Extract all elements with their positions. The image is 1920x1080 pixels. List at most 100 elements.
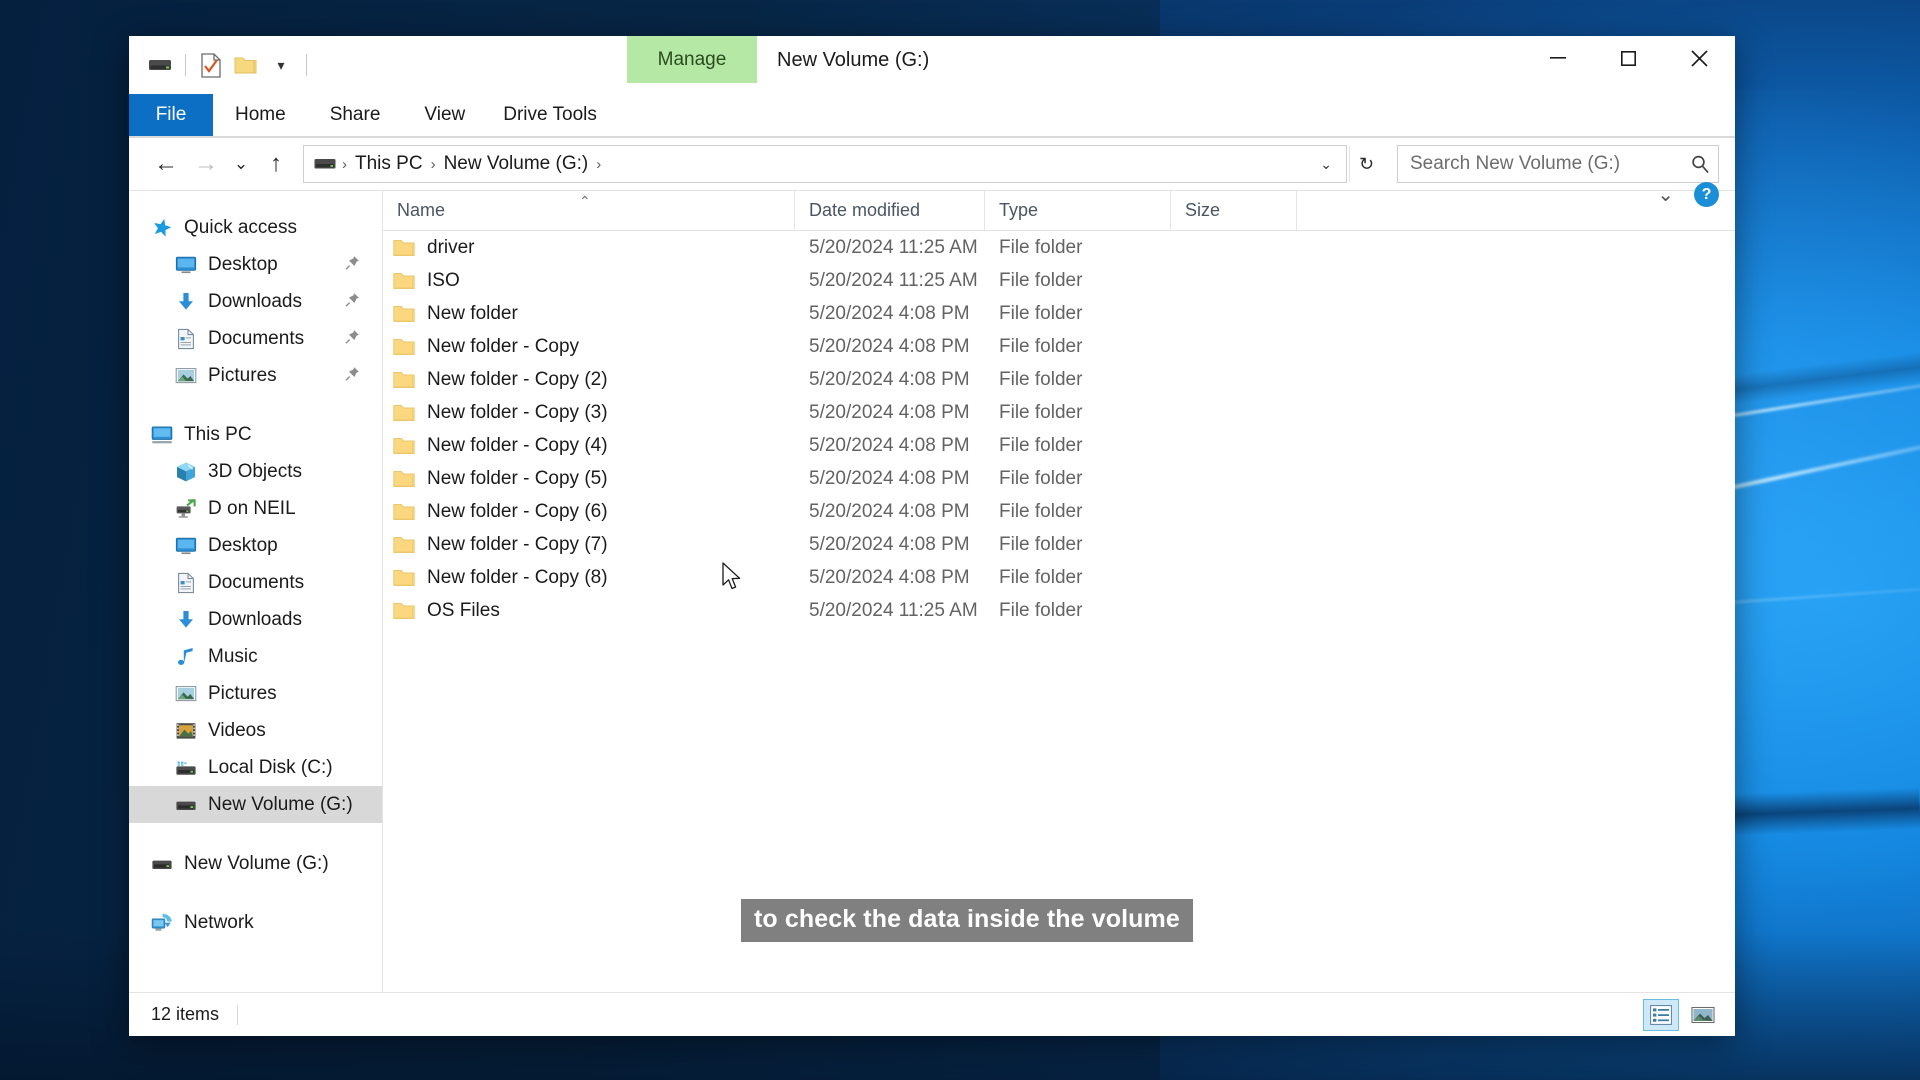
- details-view-button[interactable]: [1643, 998, 1679, 1031]
- tab-view[interactable]: View: [402, 94, 487, 136]
- address-bar[interactable]: › This PC › New Volume (G:) › ⌄: [303, 145, 1347, 183]
- cell-type: File folder: [999, 599, 1083, 621]
- refresh-button[interactable]: ↻: [1349, 146, 1383, 182]
- properties-icon[interactable]: [198, 52, 224, 78]
- sidebar-item-label: Pictures: [208, 364, 277, 386]
- new-folder-icon[interactable]: [233, 52, 259, 78]
- tab-drive-tools[interactable]: Drive Tools: [487, 94, 613, 136]
- cell-name: New folder - Copy (2): [383, 369, 795, 391]
- title-bar: ▾ Manage New Volume (G:): [129, 36, 1735, 94]
- forward-button[interactable]: →: [187, 145, 225, 183]
- sidebar-item-new-volume-g-pc[interactable]: New Volume (G:): [129, 786, 382, 823]
- sidebar-item-pictures-qa[interactable]: Pictures: [129, 357, 382, 394]
- sort-ascending-icon: ⌃: [579, 193, 591, 209]
- contextual-tab-manage[interactable]: Manage: [627, 36, 757, 83]
- folder-icon: [393, 337, 415, 357]
- cell-date-modified: 5/20/2024 4:08 PM: [809, 500, 970, 522]
- tab-home[interactable]: Home: [213, 94, 308, 136]
- close-button[interactable]: [1664, 36, 1735, 80]
- sidebar-item-downloads-qa[interactable]: Downloads: [129, 283, 382, 320]
- back-button[interactable]: ←: [147, 145, 185, 183]
- column-header-name-label: Name: [397, 200, 446, 220]
- cell-name: New folder - Copy (5): [383, 468, 795, 490]
- table-row[interactable]: driver 5/20/2024 11:25 AM File folder: [383, 231, 1735, 264]
- table-row[interactable]: ISO 5/20/2024 11:25 AM File folder: [383, 264, 1735, 297]
- search-box[interactable]: [1397, 145, 1719, 183]
- video-icon: [175, 720, 197, 742]
- search-input[interactable]: [1410, 153, 1690, 175]
- sidebar-item-pictures-pc[interactable]: Pictures: [129, 675, 382, 712]
- maximize-button[interactable]: [1593, 36, 1664, 80]
- breadcrumb-new-volume[interactable]: New Volume (G:): [438, 153, 595, 175]
- table-row[interactable]: New folder - Copy 5/20/2024 4:08 PM File f…: [383, 330, 1735, 363]
- cell-type: File folder: [999, 566, 1083, 588]
- sidebar-item-network[interactable]: Network: [129, 904, 382, 941]
- pin-icon[interactable]: [345, 366, 360, 385]
- sidebar-item-label: Documents: [208, 327, 305, 349]
- file-name-label: New folder - Copy (3): [427, 401, 608, 423]
- drive-icon: [151, 853, 173, 875]
- table-row[interactable]: New folder - Copy (7) 5/20/2024 4:08 PM Fi…: [383, 528, 1735, 561]
- cell-name: New folder - Copy (3): [383, 402, 795, 424]
- network-drive-icon: [175, 498, 197, 520]
- table-row[interactable]: New folder - Copy (5) 5/20/2024 4:08 PM Fi…: [383, 462, 1735, 495]
- table-row[interactable]: New folder 5/20/2024 4:08 PM File folder: [383, 297, 1735, 330]
- breadcrumb-this-pc[interactable]: This PC: [349, 153, 429, 175]
- navigation-list: Quick access Desktop Downloads Documents: [129, 209, 382, 941]
- explorer-body: Quick access Desktop Downloads Documents: [129, 190, 1735, 992]
- sidebar-item-d-on-neil[interactable]: D on NEIL: [129, 490, 382, 527]
- column-header-size[interactable]: Size: [1171, 191, 1297, 230]
- column-header-name[interactable]: Name ⌃: [383, 191, 795, 230]
- cell-type: File folder: [999, 533, 1083, 555]
- file-list-pane: Name ⌃ Date modified Type Size driver 5/2…: [383, 191, 1735, 992]
- nav-section-gap: [129, 823, 382, 845]
- pin-icon[interactable]: [345, 329, 360, 348]
- breadcrumb-separator-2[interactable]: ›: [594, 156, 603, 173]
- sidebar-item-downloads-pc[interactable]: Downloads: [129, 601, 382, 638]
- customize-dropdown-icon[interactable]: ▾: [268, 52, 294, 78]
- table-row[interactable]: New folder - Copy (4) 5/20/2024 4:08 PM Fi…: [383, 429, 1735, 462]
- sidebar-item-new-volume-g-root[interactable]: New Volume (G:): [129, 845, 382, 882]
- sidebar-item-3d-objects[interactable]: 3D Objects: [129, 453, 382, 490]
- star-icon: [151, 217, 173, 239]
- minimize-button[interactable]: [1522, 36, 1593, 80]
- sidebar-item-quick-access[interactable]: Quick access: [129, 209, 382, 246]
- tab-share[interactable]: Share: [308, 94, 403, 136]
- cell-date-modified: 5/20/2024 11:25 AM: [809, 236, 978, 258]
- folder-icon: [393, 304, 415, 324]
- sidebar-item-documents-pc[interactable]: Documents: [129, 564, 382, 601]
- download-arrow-icon: [175, 609, 197, 631]
- column-header-date-modified[interactable]: Date modified: [795, 191, 985, 230]
- column-header-type[interactable]: Type: [985, 191, 1171, 230]
- table-row[interactable]: New folder - Copy (2) 5/20/2024 4:08 PM Fi…: [383, 363, 1735, 396]
- table-row[interactable]: OS Files 5/20/2024 11:25 AM File folder: [383, 594, 1735, 627]
- sidebar-item-videos-pc[interactable]: Videos: [129, 712, 382, 749]
- drive-icon[interactable]: [147, 52, 173, 78]
- table-row[interactable]: New folder - Copy (8) 5/20/2024 4:08 PM Fi…: [383, 561, 1735, 594]
- sidebar-item-desktop-pc[interactable]: Desktop: [129, 527, 382, 564]
- sidebar-item-music-pc[interactable]: Music: [129, 638, 382, 675]
- large-icons-view-button[interactable]: [1685, 999, 1721, 1031]
- sidebar-item-label: Desktop: [208, 534, 278, 556]
- cell-name: driver: [383, 237, 795, 259]
- sidebar-item-this-pc[interactable]: This PC: [129, 416, 382, 453]
- address-dropdown-icon[interactable]: ⌄: [1310, 157, 1342, 171]
- tab-file[interactable]: File: [129, 94, 213, 136]
- cell-type: File folder: [999, 401, 1083, 423]
- sidebar-item-label: New Volume (G:): [208, 793, 353, 815]
- cell-type: File folder: [999, 269, 1083, 291]
- sidebar-item-documents-qa[interactable]: Documents: [129, 320, 382, 357]
- table-row[interactable]: New folder - Copy (6) 5/20/2024 4:08 PM Fi…: [383, 495, 1735, 528]
- sidebar-item-desktop-qa[interactable]: Desktop: [129, 246, 382, 283]
- pin-icon[interactable]: [345, 292, 360, 311]
- table-row[interactable]: New folder - Copy (3) 5/20/2024 4:08 PM Fi…: [383, 396, 1735, 429]
- sidebar-item-label: D on NEIL: [208, 497, 296, 519]
- pin-icon[interactable]: [345, 255, 360, 274]
- search-icon[interactable]: [1690, 154, 1710, 174]
- up-button[interactable]: ↑: [257, 145, 295, 183]
- cell-date-modified: 5/20/2024 4:08 PM: [809, 434, 970, 456]
- monitor-icon: [175, 535, 197, 557]
- navigation-pane[interactable]: Quick access Desktop Downloads Documents: [129, 191, 383, 992]
- recent-locations-button[interactable]: ⌄: [227, 145, 255, 183]
- sidebar-item-local-disk-c[interactable]: Local Disk (C:): [129, 749, 382, 786]
